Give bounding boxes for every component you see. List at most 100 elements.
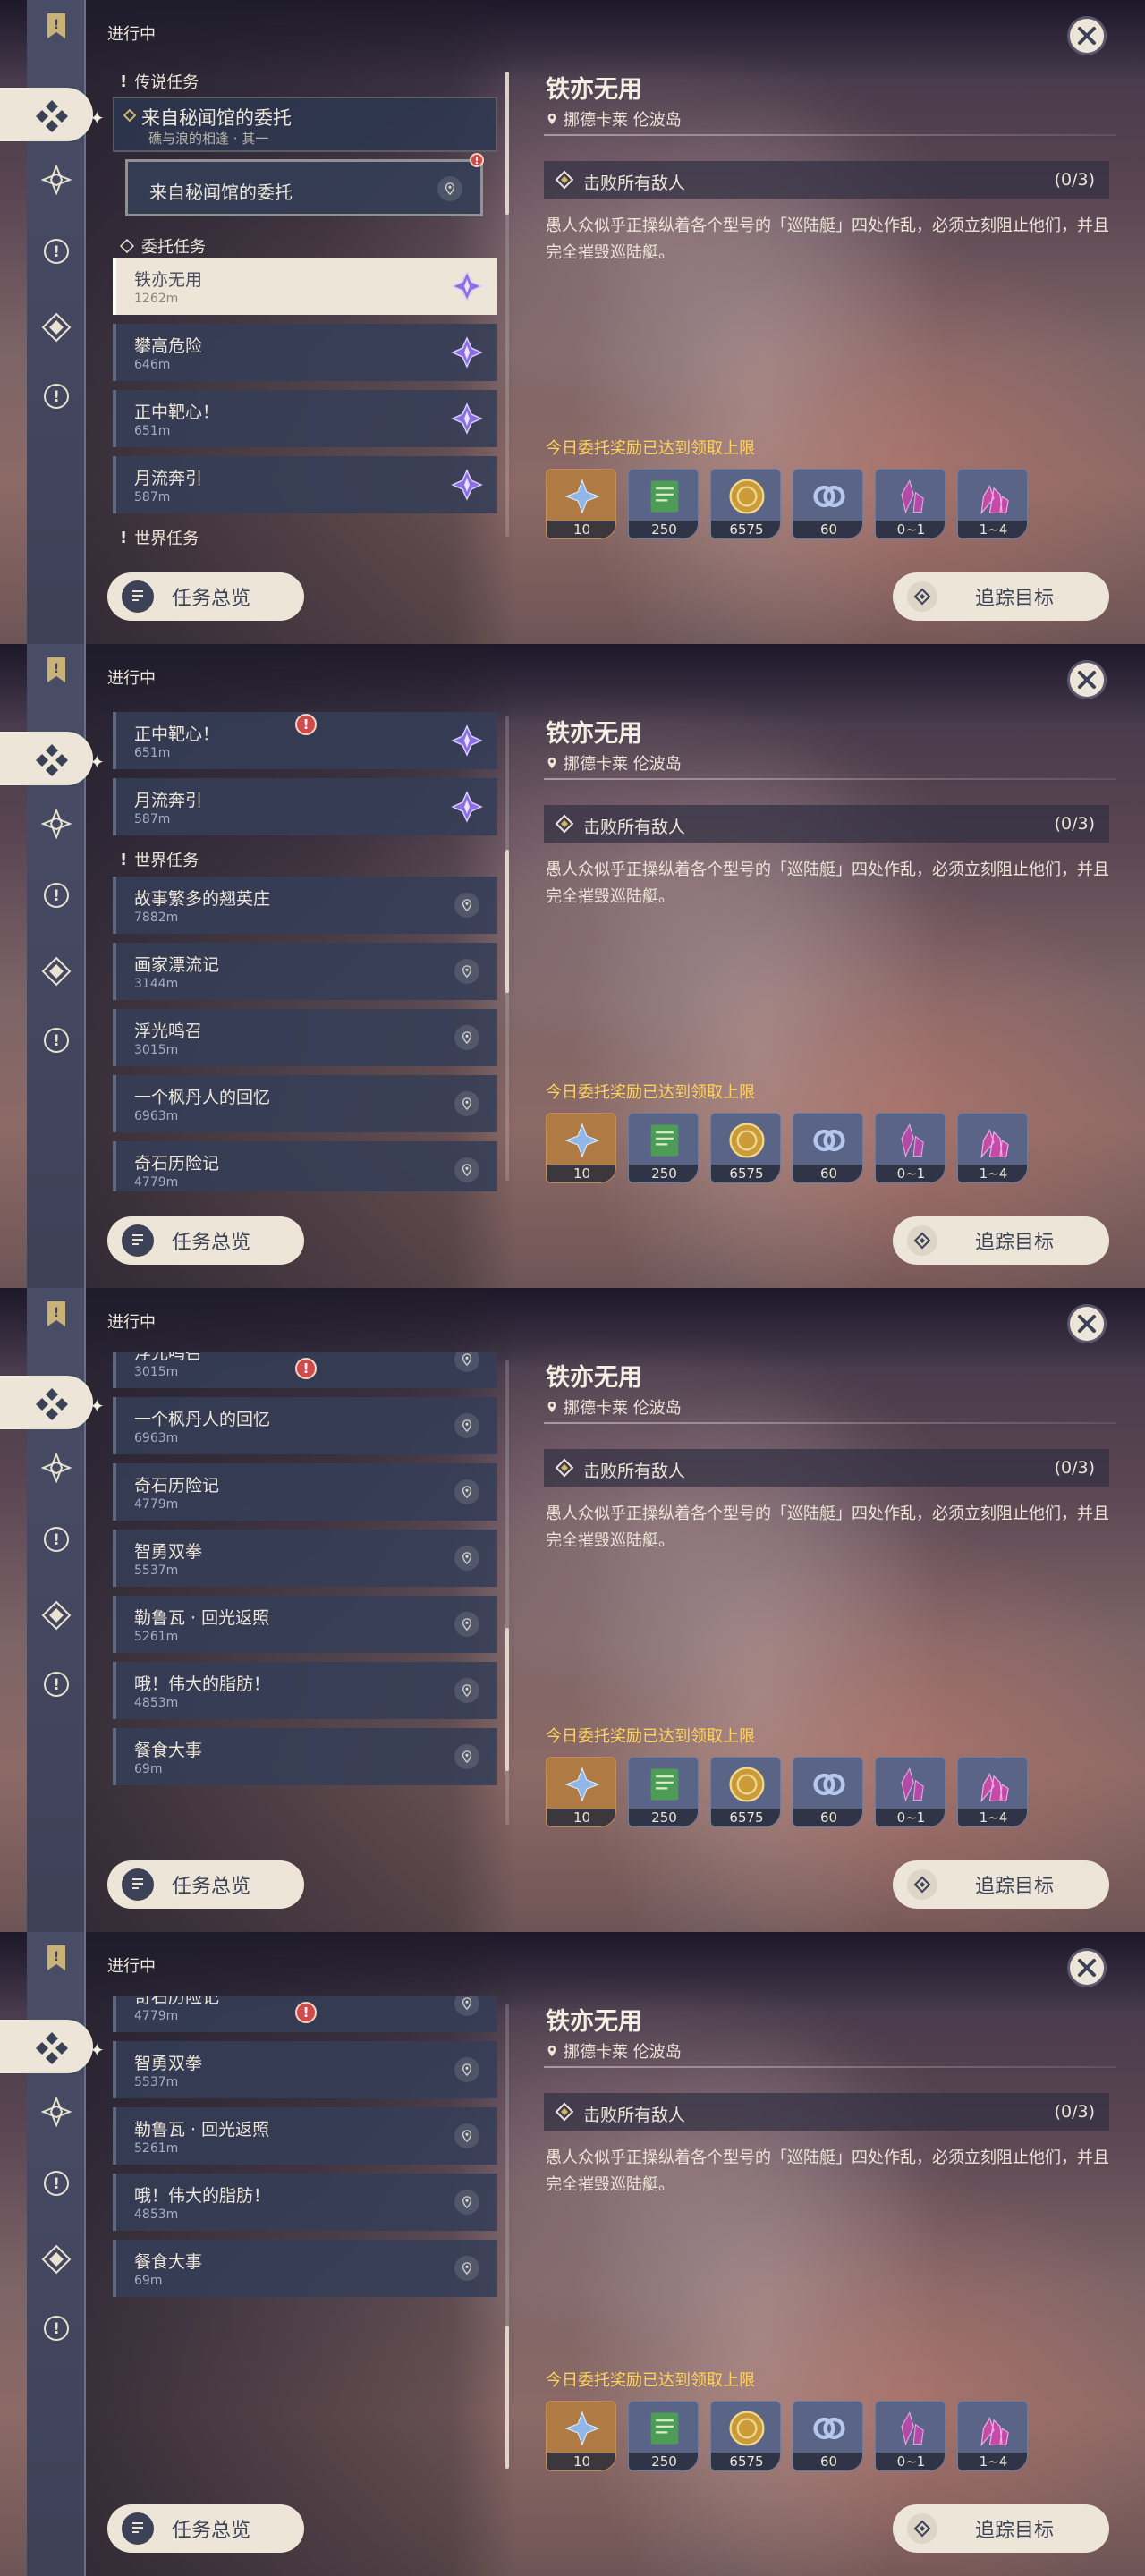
reward-item[interactable]: 60 (793, 2401, 863, 2471)
quest-overview-button[interactable]: 任务总览 (107, 1216, 304, 1265)
world-quest-item[interactable]: 画家漂流记 3144m (113, 943, 497, 1000)
world-quest-icon[interactable]: ! (38, 1665, 75, 1703)
commission-icon[interactable] (38, 309, 75, 346)
bookmark-icon[interactable]: ! (38, 7, 75, 45)
bookmark-icon[interactable]: ! (38, 1295, 75, 1333)
track-objective-button[interactable]: 追踪目标 (893, 2504, 1109, 2553)
svg-text:!: ! (53, 243, 60, 261)
reward-item[interactable]: 60 (793, 1757, 863, 1827)
reward-item[interactable]: 0~1 (875, 469, 946, 539)
archon-quest-icon[interactable] (38, 161, 75, 199)
legend-subquest-item[interactable]: 来自秘闻馆的委托! (125, 153, 484, 216)
quest-list[interactable]: !传说任务来自秘闻馆的委托礁与浪的相逢 · 其一来自秘闻馆的委托!委托任务铁亦无… (107, 1352, 501, 1835)
world-quest-item[interactable]: 智勇双拳 5537m (113, 1530, 497, 1587)
reward-item[interactable]: 10 (546, 1757, 616, 1827)
reward-item[interactable]: 10 (546, 469, 616, 539)
archon-quest-icon[interactable] (38, 805, 75, 843)
quest-detail: 铁亦无用 挪德卡莱 伦波岛 击败所有敌人 (0/3) 愚人众似乎正操纵着各个型号… (544, 644, 1116, 1199)
reward-item[interactable]: 250 (628, 2401, 699, 2471)
commission-item[interactable]: 月流奔引 587m (113, 778, 497, 835)
commission-icon[interactable] (38, 1597, 75, 1634)
world-quest-item[interactable]: 一个枫丹人的回忆 6963m (113, 1075, 497, 1132)
bookmark-icon[interactable]: ! (38, 1939, 75, 1977)
primogem-icon (547, 470, 615, 523)
world-quest-item[interactable]: 勒鲁瓦 · 回光返照 5261m (113, 2107, 497, 2165)
quest-location: 挪德卡莱 伦波岛 (546, 1395, 682, 1419)
world-quest-icon[interactable]: ! (38, 1021, 75, 1059)
world-quest-icon[interactable]: ! (38, 2309, 75, 2347)
legend-quest-item[interactable]: 来自秘闻馆的委托 礁与浪的相逢 · 其一 (113, 97, 497, 152)
quest-list[interactable]: !传说任务来自秘闻馆的委托礁与浪的相逢 · 其一来自秘闻馆的委托!委托任务铁亦无… (107, 708, 501, 1191)
world-quest-item[interactable]: 餐食大事 69m (113, 2240, 497, 2297)
world-quest-item[interactable]: 故事繁多的翘英庄 7882m (113, 877, 497, 934)
alert-badge-icon: ! (295, 1358, 317, 1379)
world-quest-item[interactable]: 奇石历险记 4779m (113, 1463, 497, 1521)
quest-distance: 4779m (134, 1497, 179, 1512)
reward-item[interactable]: 6575 (710, 469, 781, 539)
reward-item[interactable]: 250 (628, 1113, 699, 1183)
reward-item[interactable]: 0~1 (875, 1113, 946, 1183)
commission-icon[interactable] (38, 953, 75, 990)
world-quest-item[interactable]: 一个枫丹人的回忆 6963m (113, 1397, 497, 1454)
reward-item[interactable]: 0~1 (875, 1757, 946, 1827)
track-objective-button[interactable]: 追踪目标 (893, 1860, 1109, 1909)
story-quest-icon[interactable]: ! (38, 877, 75, 914)
commission-item[interactable]: 月流奔引 587m (113, 456, 497, 513)
reward-item[interactable]: 0~1 (875, 2401, 946, 2471)
world-quest-item[interactable]: 浮光鸣召 3015m (113, 1009, 497, 1066)
alert-badge-icon: ! (295, 2002, 317, 2023)
reward-item[interactable]: 250 (628, 1757, 699, 1827)
bookmark-icon[interactable]: ! (38, 651, 75, 689)
scrollbar-thumb[interactable] (505, 1628, 509, 1771)
world-quest-icon[interactable]: ! (38, 377, 75, 415)
archon-quest-icon[interactable] (38, 1449, 75, 1487)
reward-item[interactable]: 10 (546, 1113, 616, 1183)
quest-overview-button[interactable]: 任务总览 (107, 572, 304, 621)
reward-item[interactable]: 6575 (710, 2401, 781, 2471)
track-objective-button[interactable]: 追踪目标 (893, 572, 1109, 621)
reward-item[interactable]: 60 (793, 469, 863, 539)
commission-item[interactable]: 铁亦无用 1262m (113, 258, 497, 315)
quest-distance: 4779m (134, 2009, 179, 2023)
world-quest-item[interactable]: 餐食大事 69m (113, 1728, 497, 1785)
commission-item[interactable]: 攀高危险 646m (113, 324, 497, 381)
commission-icon[interactable] (38, 2241, 75, 2278)
reward-item[interactable]: 1~4 (957, 469, 1028, 539)
all-quests-tab[interactable] (0, 732, 93, 785)
reward-item[interactable]: 1~4 (957, 1757, 1028, 1827)
reward-item[interactable]: 6575 (710, 1113, 781, 1183)
all-quests-tab[interactable] (0, 88, 93, 141)
quest-list-scrollbar[interactable] (505, 2004, 509, 2469)
world-quest-item[interactable]: 哦！伟大的脂肪！ 4853m (113, 1662, 497, 1719)
quest-distance: 646m (134, 358, 171, 372)
world-quest-item[interactable]: 智勇双拳 5537m (113, 2041, 497, 2098)
commission-item[interactable]: 正中靶心！ 651m (113, 390, 497, 447)
reward-item[interactable]: 1~4 (957, 1113, 1028, 1183)
reward-item[interactable]: 6575 (710, 1757, 781, 1827)
all-quests-tab[interactable] (0, 2020, 93, 2073)
quest-list[interactable]: !传说任务来自秘闻馆的委托礁与浪的相逢 · 其一来自秘闻馆的委托!委托任务铁亦无… (107, 64, 501, 547)
reward-item[interactable]: 10 (546, 2401, 616, 2471)
quest-list-scrollbar[interactable] (505, 1360, 509, 1825)
quest-list[interactable]: !传说任务来自秘闻馆的委托礁与浪的相逢 · 其一来自秘闻馆的委托!委托任务铁亦无… (107, 1996, 501, 2479)
scrollbar-thumb[interactable] (505, 72, 509, 215)
track-objective-button[interactable]: 追踪目标 (893, 1216, 1109, 1265)
quest-overview-button[interactable]: 任务总览 (107, 1860, 304, 1909)
reward-item[interactable]: 250 (628, 469, 699, 539)
story-quest-icon[interactable]: ! (38, 233, 75, 270)
story-quest-icon[interactable]: ! (38, 1521, 75, 1558)
world-quest-item[interactable]: 奇石历险记 4779m (113, 1141, 497, 1191)
scrollbar-thumb[interactable] (505, 850, 509, 993)
world-quest-item[interactable]: 哦！伟大的脂肪！ 4853m (113, 2174, 497, 2231)
reward-item[interactable]: 60 (793, 1113, 863, 1183)
quest-list-scrollbar[interactable] (505, 72, 509, 537)
all-quests-tab[interactable] (0, 1376, 93, 1429)
world-quest-item[interactable]: 勒鲁瓦 · 回光返照 5261m (113, 1596, 497, 1653)
quest-overview-button[interactable]: 任务总览 (107, 2504, 304, 2553)
archon-quest-icon[interactable] (38, 2093, 75, 2131)
quest-list-scrollbar[interactable] (505, 716, 509, 1181)
reward-item[interactable]: 1~4 (957, 2401, 1028, 2471)
quest-name: 奇石历险记 (134, 1154, 220, 1174)
story-quest-icon[interactable]: ! (38, 2165, 75, 2202)
scrollbar-thumb[interactable] (505, 2326, 509, 2469)
